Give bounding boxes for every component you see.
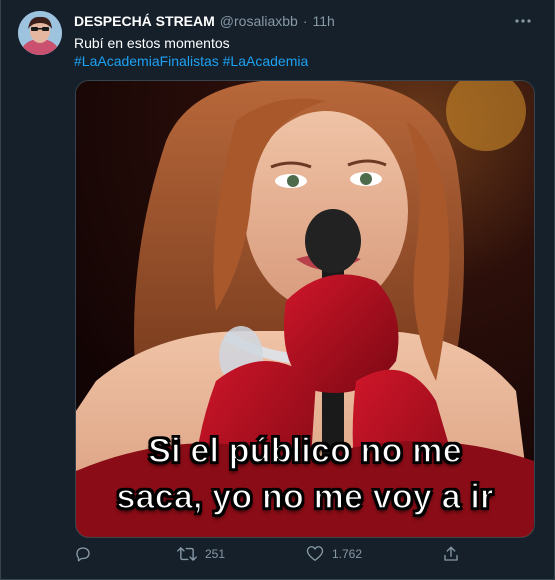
hashtag-link[interactable]: #LaAcademiaFinalistas bbox=[74, 53, 219, 69]
retweet-icon bbox=[177, 545, 197, 563]
tweet-text: Rubí en estos momentos bbox=[74, 35, 230, 51]
reply-button[interactable] bbox=[74, 545, 100, 563]
reply-icon bbox=[74, 545, 92, 563]
timestamp[interactable]: 11h bbox=[313, 13, 335, 29]
avatar[interactable] bbox=[18, 11, 62, 55]
hashtag-link[interactable]: #LaAcademia bbox=[223, 53, 309, 69]
heart-icon bbox=[306, 545, 324, 562]
avatar-image bbox=[18, 11, 62, 55]
meme-caption-line-1: Si el público no me bbox=[147, 431, 462, 471]
like-button[interactable]: 1.762 bbox=[306, 545, 362, 562]
meme-caption-line-2: saca, yo no me voy a ir bbox=[116, 477, 494, 517]
share-button[interactable] bbox=[442, 545, 460, 563]
tweet-media-image[interactable]: Si el público no me saca, yo no me voy a… bbox=[75, 80, 535, 538]
retweet-button[interactable]: 251 bbox=[177, 545, 225, 563]
display-name[interactable]: DESPECHÁ STREAM bbox=[74, 13, 215, 29]
share-icon bbox=[442, 545, 460, 563]
retweet-count: 251 bbox=[205, 547, 226, 561]
tweet-card[interactable]: DESPECHÁ STREAM @rosaliaxbb · 11h Rubí e… bbox=[0, 0, 555, 580]
hashtag-line: #LaAcademiaFinalistas #LaAcademia bbox=[74, 52, 308, 70]
more-icon[interactable] bbox=[514, 12, 532, 30]
user-handle[interactable]: @rosaliaxbb bbox=[220, 13, 298, 29]
like-count: 1.762 bbox=[332, 546, 363, 561]
tweet-actions: 251 1.762 bbox=[74, 545, 474, 569]
separator-dot: · bbox=[302, 13, 308, 29]
tweet-header: DESPECHÁ STREAM @rosaliaxbb · 11h bbox=[74, 13, 335, 29]
